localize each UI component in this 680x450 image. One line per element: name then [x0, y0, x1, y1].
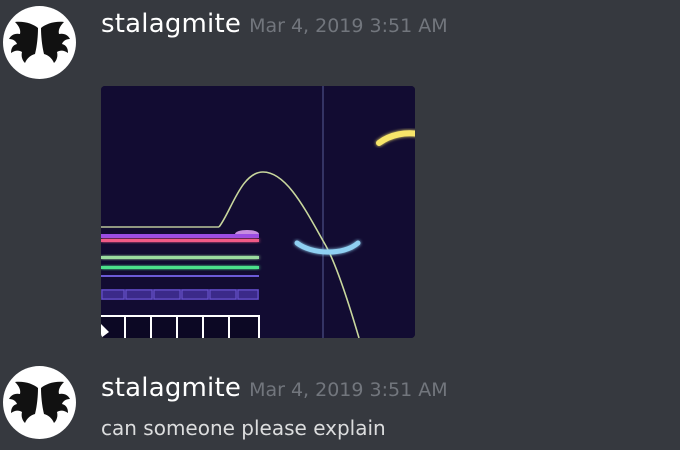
- chat-log: stalagmite Mar 4, 2019 3:51 AM stalagmit…: [0, 0, 680, 450]
- game-screenshot-image: [101, 86, 415, 338]
- timestamp: Mar 4, 2019 3:51 AM: [249, 379, 448, 401]
- username[interactable]: stalagmite: [101, 9, 241, 39]
- message-header: stalagmite Mar 4, 2019 3:51 AM: [101, 373, 448, 403]
- user-avatar[interactable]: [3, 6, 76, 79]
- message-header: stalagmite Mar 4, 2019 3:51 AM: [101, 9, 448, 39]
- timestamp: Mar 4, 2019 3:51 AM: [249, 15, 448, 37]
- bat-wings-icon: [9, 21, 70, 64]
- username[interactable]: stalagmite: [101, 373, 241, 403]
- message-content: can someone please explain: [101, 416, 386, 440]
- user-avatar[interactable]: [3, 366, 76, 439]
- image-attachment[interactable]: [101, 86, 415, 338]
- bat-wings-icon: [9, 381, 70, 423]
